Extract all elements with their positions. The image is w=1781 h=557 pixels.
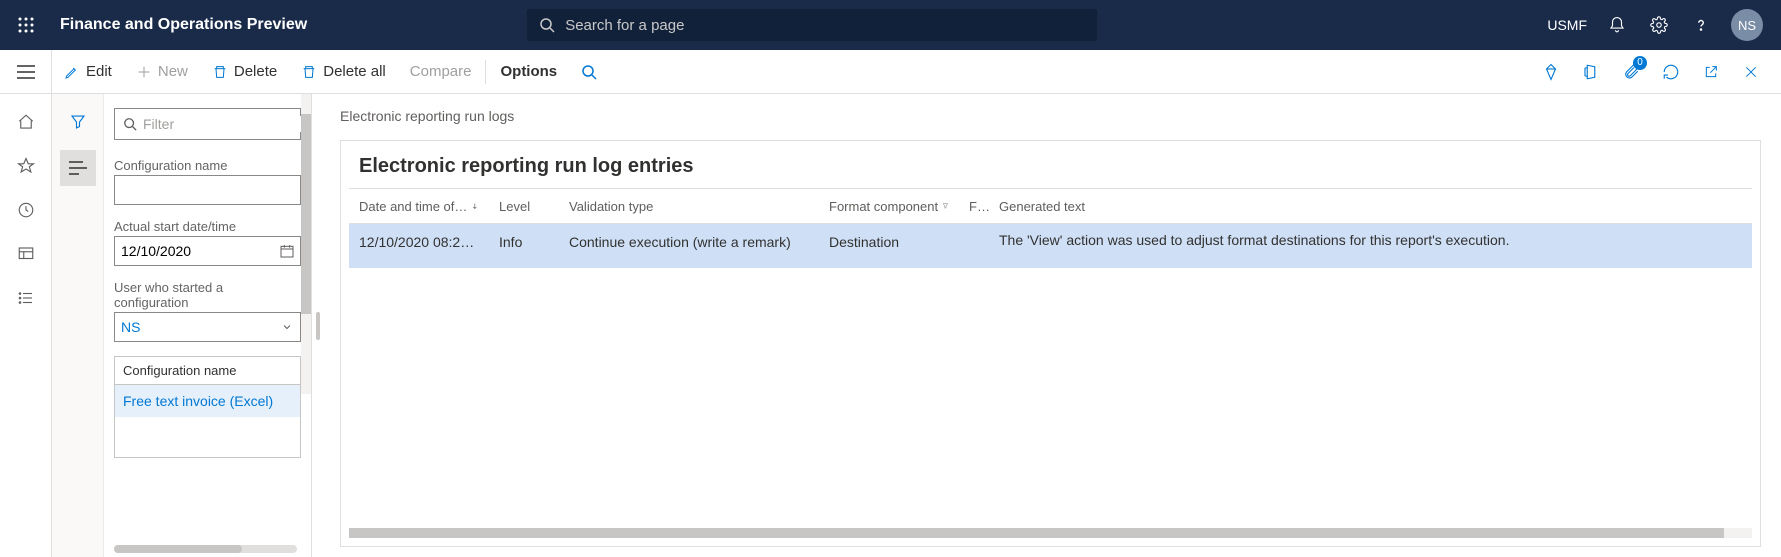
nav-modules[interactable]	[6, 278, 46, 318]
funnel-icon	[942, 200, 949, 212]
cell-level: Info	[489, 232, 559, 250]
office-button[interactable]	[1573, 54, 1609, 90]
sidepanel-vscroll[interactable]	[301, 94, 311, 394]
col-short[interactable]: F…	[959, 199, 989, 214]
compare-button: Compare	[398, 50, 484, 93]
lines-icon	[69, 161, 87, 175]
delete-all-label: Delete all	[323, 63, 386, 80]
card-title: Electronic reporting run log entries	[341, 141, 1760, 188]
star-icon	[17, 157, 35, 175]
diamond-button[interactable]	[1533, 54, 1569, 90]
funnel-icon	[69, 113, 87, 131]
user-avatar[interactable]: NS	[1731, 9, 1763, 41]
cell-short	[959, 232, 989, 234]
global-search[interactable]	[527, 9, 1097, 41]
delete-button[interactable]: Delete	[200, 50, 289, 93]
compare-label: Compare	[410, 63, 472, 80]
toolbar-search-button[interactable]	[569, 50, 609, 93]
list-view-button[interactable]	[60, 150, 96, 186]
refresh-button[interactable]	[1653, 54, 1689, 90]
mini-table-header[interactable]: Configuration name	[115, 357, 300, 385]
cell-format-component: Destination	[819, 232, 959, 250]
edit-label: Edit	[86, 63, 112, 80]
close-icon	[1743, 64, 1759, 80]
new-button: New	[124, 50, 200, 93]
waffle-menu[interactable]	[12, 17, 40, 33]
sidepanel-filter-input[interactable]	[143, 116, 312, 132]
bell-icon	[1608, 16, 1626, 34]
hamburger-icon	[17, 65, 35, 79]
attachments-button[interactable]: 0	[1613, 54, 1649, 90]
splitter-handle[interactable]	[312, 94, 324, 557]
waffle-icon	[18, 17, 34, 33]
popout-icon	[1703, 64, 1719, 80]
toolbar-divider	[485, 60, 486, 84]
user-select[interactable]	[114, 312, 301, 342]
nav-toggle-button[interactable]	[0, 50, 52, 94]
nav-home[interactable]	[6, 102, 46, 142]
start-date-label: Actual start date/time	[114, 219, 301, 234]
grid-header: Date and time of… Level Validation type …	[349, 188, 1752, 224]
mini-table-row[interactable]: Free text invoice (Excel)	[115, 385, 300, 417]
clock-icon	[17, 201, 35, 219]
config-name-input[interactable]	[114, 175, 301, 205]
config-name-label: Configuration name	[114, 158, 301, 173]
help-button[interactable]	[1689, 13, 1713, 37]
search-icon	[123, 117, 137, 131]
delete-label: Delete	[234, 63, 277, 80]
diamond-icon	[1542, 63, 1560, 81]
global-search-input[interactable]	[565, 17, 1085, 34]
office-icon	[1582, 63, 1600, 81]
trash-icon	[301, 64, 317, 80]
grid-row[interactable]: 12/10/2020 08:2… Info Continue execution…	[349, 224, 1752, 268]
options-button[interactable]: Options	[488, 50, 569, 93]
col-validation-type[interactable]: Validation type	[559, 199, 819, 214]
sort-down-icon	[471, 201, 479, 211]
new-label: New	[158, 63, 188, 80]
cell-validation-type: Continue execution (write a remark)	[559, 232, 819, 250]
col-level[interactable]: Level	[489, 199, 559, 214]
trash-icon	[212, 64, 228, 80]
filter-toggle-button[interactable]	[60, 104, 96, 140]
company-code[interactable]: USMF	[1547, 17, 1587, 33]
col-generated-text[interactable]: Generated text	[989, 199, 1752, 214]
config-mini-table: Configuration name Free text invoice (Ex…	[114, 356, 301, 458]
col-date[interactable]: Date and time of…	[349, 199, 489, 214]
start-date-input[interactable]	[114, 236, 301, 266]
workspace-icon	[17, 245, 35, 263]
plus-icon	[136, 64, 152, 80]
nav-workspaces[interactable]	[6, 234, 46, 274]
options-label: Options	[500, 63, 557, 80]
cell-generated-text: The 'View' action was used to adjust for…	[989, 232, 1752, 248]
cell-date: 12/10/2020 08:2…	[349, 232, 489, 250]
list-icon	[17, 289, 35, 307]
gear-icon	[1650, 16, 1668, 34]
search-icon	[581, 64, 597, 80]
app-title: Finance and Operations Preview	[60, 16, 307, 34]
notifications-button[interactable]	[1605, 13, 1629, 37]
settings-button[interactable]	[1647, 13, 1671, 37]
sidepanel-hscroll[interactable]	[114, 545, 297, 553]
col-format-component[interactable]: Format component	[819, 199, 959, 214]
sidepanel-filter[interactable]	[114, 108, 301, 140]
refresh-icon	[1662, 63, 1680, 81]
close-button[interactable]	[1733, 54, 1769, 90]
page-breadcrumb: Electronic reporting run logs	[340, 108, 1761, 124]
help-icon	[1692, 16, 1710, 34]
delete-all-button[interactable]: Delete all	[289, 50, 398, 93]
home-icon	[17, 113, 35, 131]
nav-favorites[interactable]	[6, 146, 46, 186]
pencil-icon	[64, 64, 80, 80]
nav-recent[interactable]	[6, 190, 46, 230]
grid-hscroll[interactable]	[349, 528, 1752, 538]
edit-button[interactable]: Edit	[52, 50, 124, 93]
attachments-badge: 0	[1633, 56, 1647, 70]
mini-table-empty	[115, 417, 300, 457]
search-icon	[539, 17, 555, 33]
user-label: User who started a configuration	[114, 280, 301, 310]
popout-button[interactable]	[1693, 54, 1729, 90]
